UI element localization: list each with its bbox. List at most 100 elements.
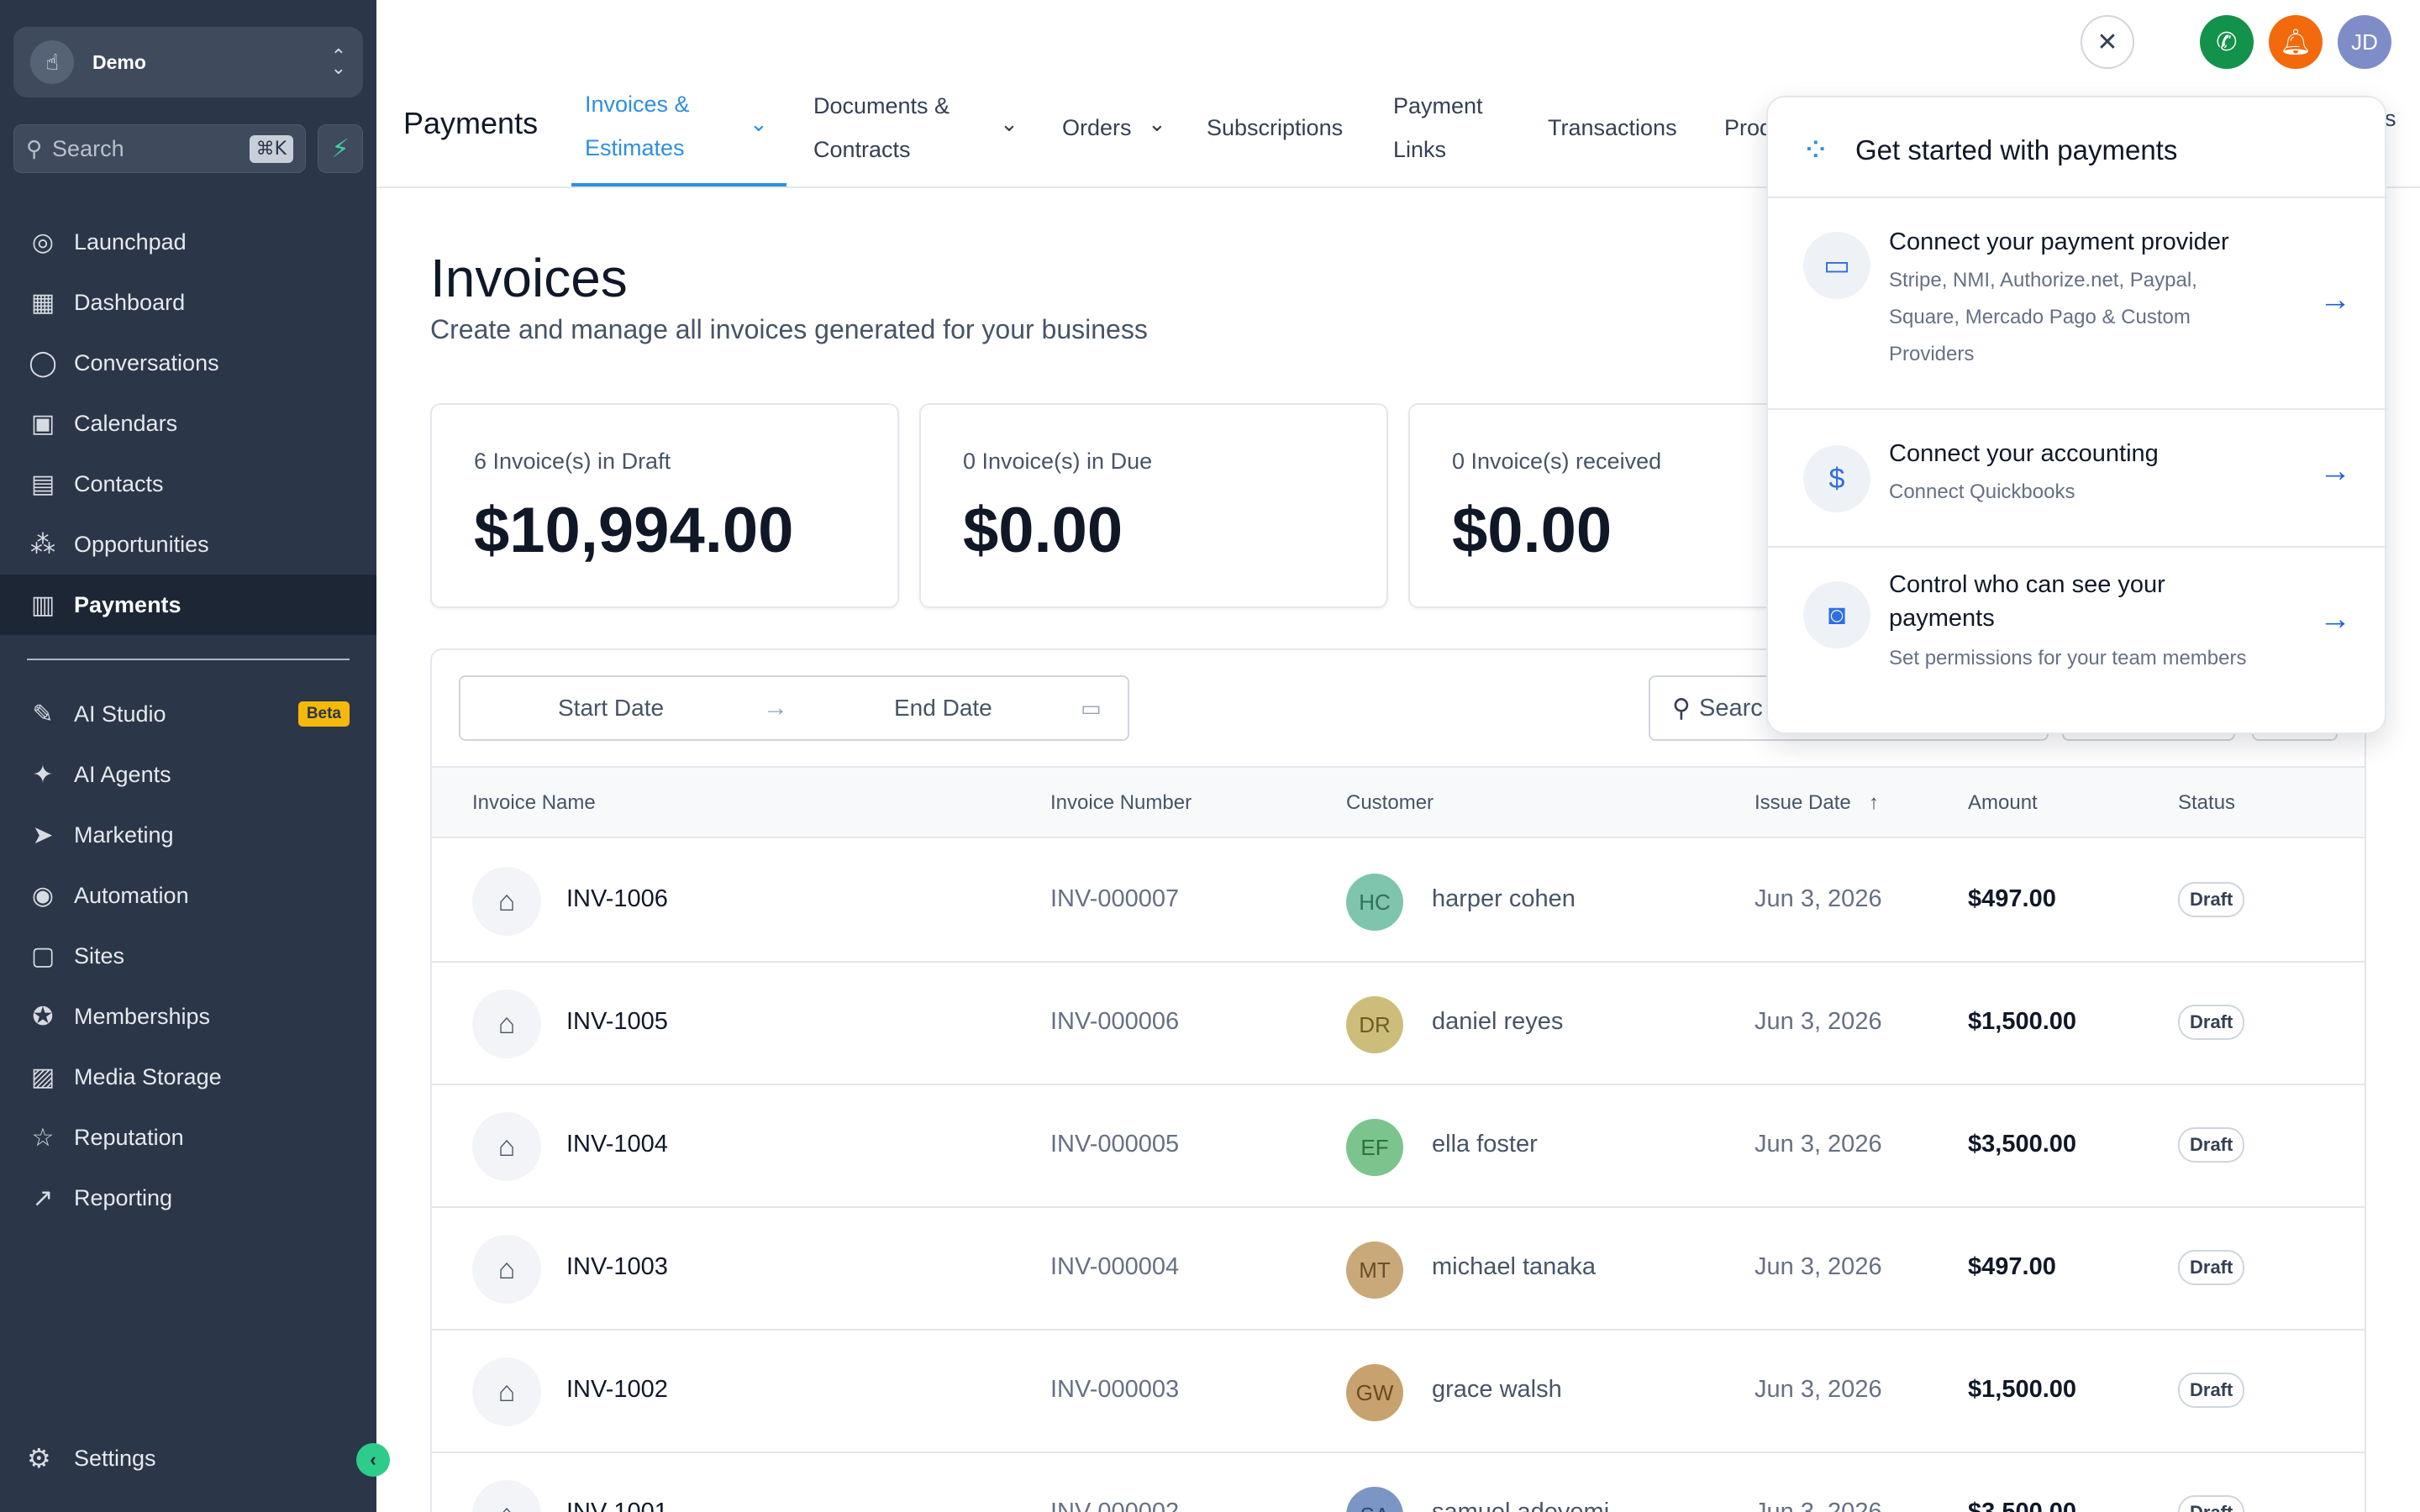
item-title: Connect your payment provider [1889, 228, 2229, 255]
invoice-name[interactable]: INV-1002 [566, 1376, 668, 1404]
account-switcher[interactable]: ☝ Demo ⌃ ⌄ [13, 27, 363, 97]
arrow-right-icon[interactable]: → [2319, 282, 2351, 318]
start-date-field[interactable]: Start Date [558, 695, 664, 722]
table-row[interactable]: ⌂ INV-1004 INV-000005 EF ella foster Jun 3, 2… [432, 1085, 2365, 1208]
sidebar-item-label: AI Studio [74, 701, 166, 727]
sidebar-item-settings[interactable]: ⚙ Settings [0, 1428, 376, 1488]
invoice-name[interactable]: INV-1003 [566, 1253, 668, 1281]
sidebar-item-calendars[interactable]: ▣ Calendars [0, 393, 376, 454]
tab-payment-links[interactable]: Payment Links [1393, 84, 1483, 171]
issue-date: Jun 3, 2026 [1754, 1376, 1882, 1403]
column-header[interactable]: Issue Date [1754, 791, 1851, 815]
get-started-popover: ⁘ Get started with payments ▭ Connect yo… [1766, 96, 2388, 734]
customer-name: grace walsh [1432, 1376, 1562, 1403]
stat-label: 0 Invoice(s) in Due [963, 449, 1153, 474]
close-button[interactable]: ✕ [2081, 15, 2134, 69]
column-header[interactable]: Amount [1968, 791, 2038, 815]
sidebar-item-marketing[interactable]: ➤ Marketing [0, 805, 376, 865]
active-tab-indicator [571, 183, 786, 186]
arrow-right-icon[interactable]: → [2319, 454, 2351, 490]
connect-payment-provider-item[interactable]: ▭ Connect your payment provider Stripe, … [1768, 198, 2388, 410]
invoice-name[interactable]: INV-1004 [566, 1131, 668, 1158]
sidebar-item-launchpad[interactable]: ◎ Launchpad [0, 212, 376, 272]
notifications-button[interactable]: 🔔︎ [2269, 15, 2323, 69]
chevron-down-icon[interactable]: ⌄ [1148, 111, 1166, 137]
invoices-table: Start Date → End Date ▭ ⚲ Searc Invoice … [430, 648, 2366, 1512]
column-header[interactable]: Status [2178, 791, 2235, 815]
phone-button[interactable]: ✆ [2200, 15, 2254, 69]
table-row[interactable]: ⌂ INV-1006 INV-000007 HC harper cohen Jun 3, … [432, 840, 2365, 963]
column-header[interactable]: Invoice Name [472, 791, 596, 815]
tab-label-line1: Payment [1393, 93, 1483, 118]
control-visibility-item[interactable]: ◙ Control who can see your payments Set … [1768, 548, 2388, 734]
stat-label: 0 Invoice(s) received [1452, 449, 1662, 474]
tab-label-line2: Links [1393, 137, 1447, 162]
sidebar-item-label: Automation [74, 882, 189, 908]
tab-label: Orders [1062, 115, 1132, 140]
sidebar-item-automation[interactable]: ◉ Automation [0, 865, 376, 926]
table-row[interactable]: ⌂ INV-1002 INV-000003 GW grace walsh Jun 3, 2… [432, 1331, 2365, 1453]
invoice-name[interactable]: INV-1006 [566, 885, 668, 913]
tab-subscriptions[interactable]: Subscriptions [1207, 106, 1343, 150]
sidebar-item-ai-studio[interactable]: ✎ AI Studio Beta [0, 684, 376, 744]
invoice-number: INV-000005 [1050, 1131, 1180, 1158]
stat-value: $10,994.00 [474, 495, 794, 566]
chevron-down-icon[interactable]: ⌄ [1000, 111, 1018, 137]
tab-transactions[interactable]: Transactions [1548, 106, 1677, 150]
sidebar-search[interactable]: ⚲ Search ⌘K [13, 124, 306, 173]
sidebar-item-contacts[interactable]: ▤ Contacts [0, 454, 376, 514]
table-header: Invoice Name Invoice Number Customer Iss… [432, 766, 2365, 838]
image-icon: ▨ [30, 1063, 55, 1091]
tab-orders[interactable]: Orders [1062, 106, 1132, 150]
arrow-right-icon: → [763, 694, 788, 722]
sort-ascending-icon[interactable]: ↑ [1869, 791, 1879, 815]
customer-avatar: SA [1346, 1487, 1403, 1512]
calendar-icon: ▣ [30, 409, 55, 438]
table-row[interactable]: ⌂ INV-1003 INV-000004 MT michael tanaka Jun 3… [432, 1208, 2365, 1331]
customer-avatar: GW [1346, 1364, 1403, 1421]
tab-label: Subscriptions [1207, 115, 1344, 140]
sidebar-item-label: Dashboard [74, 289, 186, 315]
collapse-sidebar-button[interactable]: ‹ [356, 1443, 390, 1477]
tab-invoices-estimates[interactable]: Invoices & Estimates [585, 82, 690, 170]
sidebar-item-payments[interactable]: ▥ Payments [0, 575, 376, 635]
sidebar-item-label: Conversations [74, 349, 219, 375]
arrow-right-icon[interactable]: → [2319, 601, 2351, 638]
sidebar-search-placeholder: Search [52, 135, 124, 161]
table-row[interactable]: ⌂ INV-1005 INV-000006 DR daniel reyes Jun 3, … [432, 963, 2365, 1085]
sidebar-item-ai-agents[interactable]: ✦ AI Agents [0, 744, 376, 805]
column-header[interactable]: Customer [1346, 791, 1434, 815]
sparkle-icon: ✦ [32, 760, 54, 789]
user-avatar[interactable]: JD [2338, 15, 2391, 69]
connect-accounting-item[interactable]: $ Connect your accounting Connect Quickb… [1768, 410, 2388, 548]
quick-actions-button[interactable]: ⚡ [318, 124, 363, 173]
sidebar-item-conversations[interactable]: ◯ Conversations [0, 333, 376, 393]
sidebar-item-label: Marketing [74, 822, 174, 848]
sidebar-item-reputation[interactable]: ☆ Reputation [0, 1107, 376, 1168]
end-date-field[interactable]: End Date [894, 695, 992, 722]
sidebar-item-sites[interactable]: ▢ Sites [0, 926, 376, 986]
sidebar-item-media-storage[interactable]: ▨ Media Storage [0, 1047, 376, 1107]
sidebar-item-dashboard[interactable]: ▦ Dashboard [0, 272, 376, 333]
column-header[interactable]: Invoice Number [1050, 791, 1192, 815]
sidebar-item-memberships[interactable]: ✪ Memberships [0, 986, 376, 1047]
tab-documents-contracts[interactable]: Documents & Contracts [813, 84, 950, 171]
tab-label: Prod [1724, 115, 1773, 140]
document-icon: ⌂ [472, 1357, 541, 1426]
gear-icon: ⚙ [27, 1443, 51, 1473]
table-row[interactable]: ⌂ INV-1001 INV-000002 SA samuel adeyemi Jun 3… [432, 1453, 2365, 1512]
invoice-name[interactable]: INV-1001 [566, 1499, 668, 1512]
document-icon: ⌂ [472, 1112, 541, 1181]
calendar-icon: ▭ [1081, 695, 1102, 721]
status-badge: Draft [2178, 1250, 2245, 1285]
sidebar-item-opportunities[interactable]: ⁂ Opportunities [0, 514, 376, 575]
invoice-number: INV-000003 [1050, 1376, 1180, 1403]
document-icon: ⌂ [472, 1235, 541, 1304]
customer-name: ella foster [1432, 1131, 1538, 1158]
invoice-name[interactable]: INV-1005 [566, 1008, 668, 1036]
date-range-picker[interactable]: Start Date → End Date ▭ [459, 675, 1129, 741]
tab-products[interactable]: Prod [1724, 106, 1772, 150]
chevron-down-icon[interactable]: ⌄ [750, 111, 768, 137]
sidebar-item-reporting[interactable]: ↗ Reporting [0, 1168, 376, 1228]
sidebar-divider [27, 659, 350, 660]
